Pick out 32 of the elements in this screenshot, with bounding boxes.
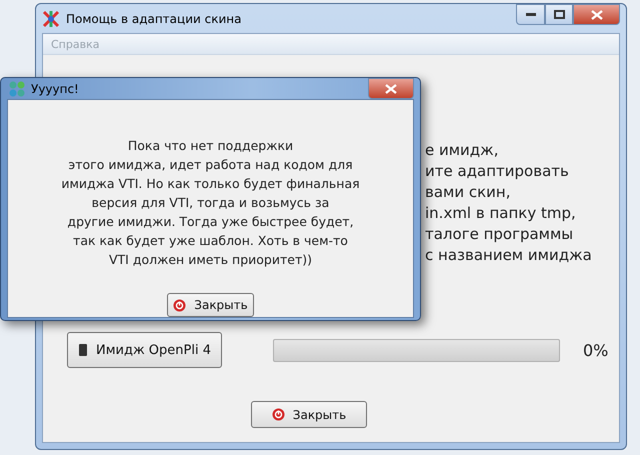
close-icon xyxy=(590,10,602,20)
device-icon xyxy=(78,343,88,357)
instruction-text: вами скин, xyxy=(425,182,512,203)
dialog-title: Уууупс! xyxy=(31,82,80,96)
window-title: Помощь в адаптации скина xyxy=(66,12,242,26)
minimize-button[interactable] xyxy=(516,4,545,25)
message-text: версия для VTI, тогда и возьмусь за xyxy=(92,194,330,212)
instruction-text: е имидж, xyxy=(425,140,500,161)
close-button[interactable] xyxy=(573,4,620,25)
close-button[interactable]: Закрыть xyxy=(251,401,367,428)
instruction-text: талоге программы xyxy=(425,224,574,245)
instruction-text: in.xml в папку tmp, xyxy=(425,203,577,224)
instruction-text: с названием имиджа xyxy=(425,245,593,266)
close-button[interactable]: Закрыть xyxy=(167,293,254,317)
close-button[interactable] xyxy=(368,78,414,99)
power-icon xyxy=(173,298,186,312)
maximize-button[interactable] xyxy=(545,4,573,25)
message-text: имиджа VTI. Но как только будет финальная xyxy=(61,175,360,193)
message-text: другие имиджи. Тогда уже быстрее будет, xyxy=(67,213,354,231)
minimize-icon xyxy=(526,12,536,16)
message-text: VTI должен иметь приоритет)) xyxy=(108,251,312,269)
instruction-text: ите адаптировать xyxy=(425,161,570,182)
message-text: этого имиджа, идет работа над кодом для xyxy=(68,156,353,174)
app-icon xyxy=(42,10,60,28)
power-icon xyxy=(272,408,285,421)
progress-reading: 0% xyxy=(583,340,608,360)
message-text: Пока что нет поддержки xyxy=(128,137,294,155)
maximize-icon xyxy=(554,10,564,19)
message-text: так как будет уже шаблон. Хоть в чем-то xyxy=(73,232,348,250)
close-icon xyxy=(385,84,397,94)
app-icon xyxy=(9,80,25,96)
image-button[interactable]: Имидж OpenPli 4 xyxy=(67,332,222,368)
